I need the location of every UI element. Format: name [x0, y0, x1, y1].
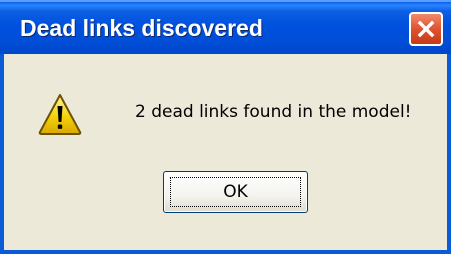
close-button[interactable] — [409, 12, 443, 46]
window-title: Dead links discovered — [20, 15, 263, 41]
ok-button[interactable]: OK — [163, 171, 308, 213]
title-bar[interactable]: Dead links discovered — [0, 0, 451, 54]
dialog-message: 2 dead links found in the model! — [135, 102, 412, 122]
dialog-body: 2 dead links found in the model! OK — [4, 54, 447, 250]
close-icon — [416, 19, 436, 39]
ok-button-label: OK — [223, 182, 248, 202]
dialog-window: Dead links discovered 2 dead links found… — [0, 0, 451, 254]
warning-icon — [37, 92, 83, 136]
